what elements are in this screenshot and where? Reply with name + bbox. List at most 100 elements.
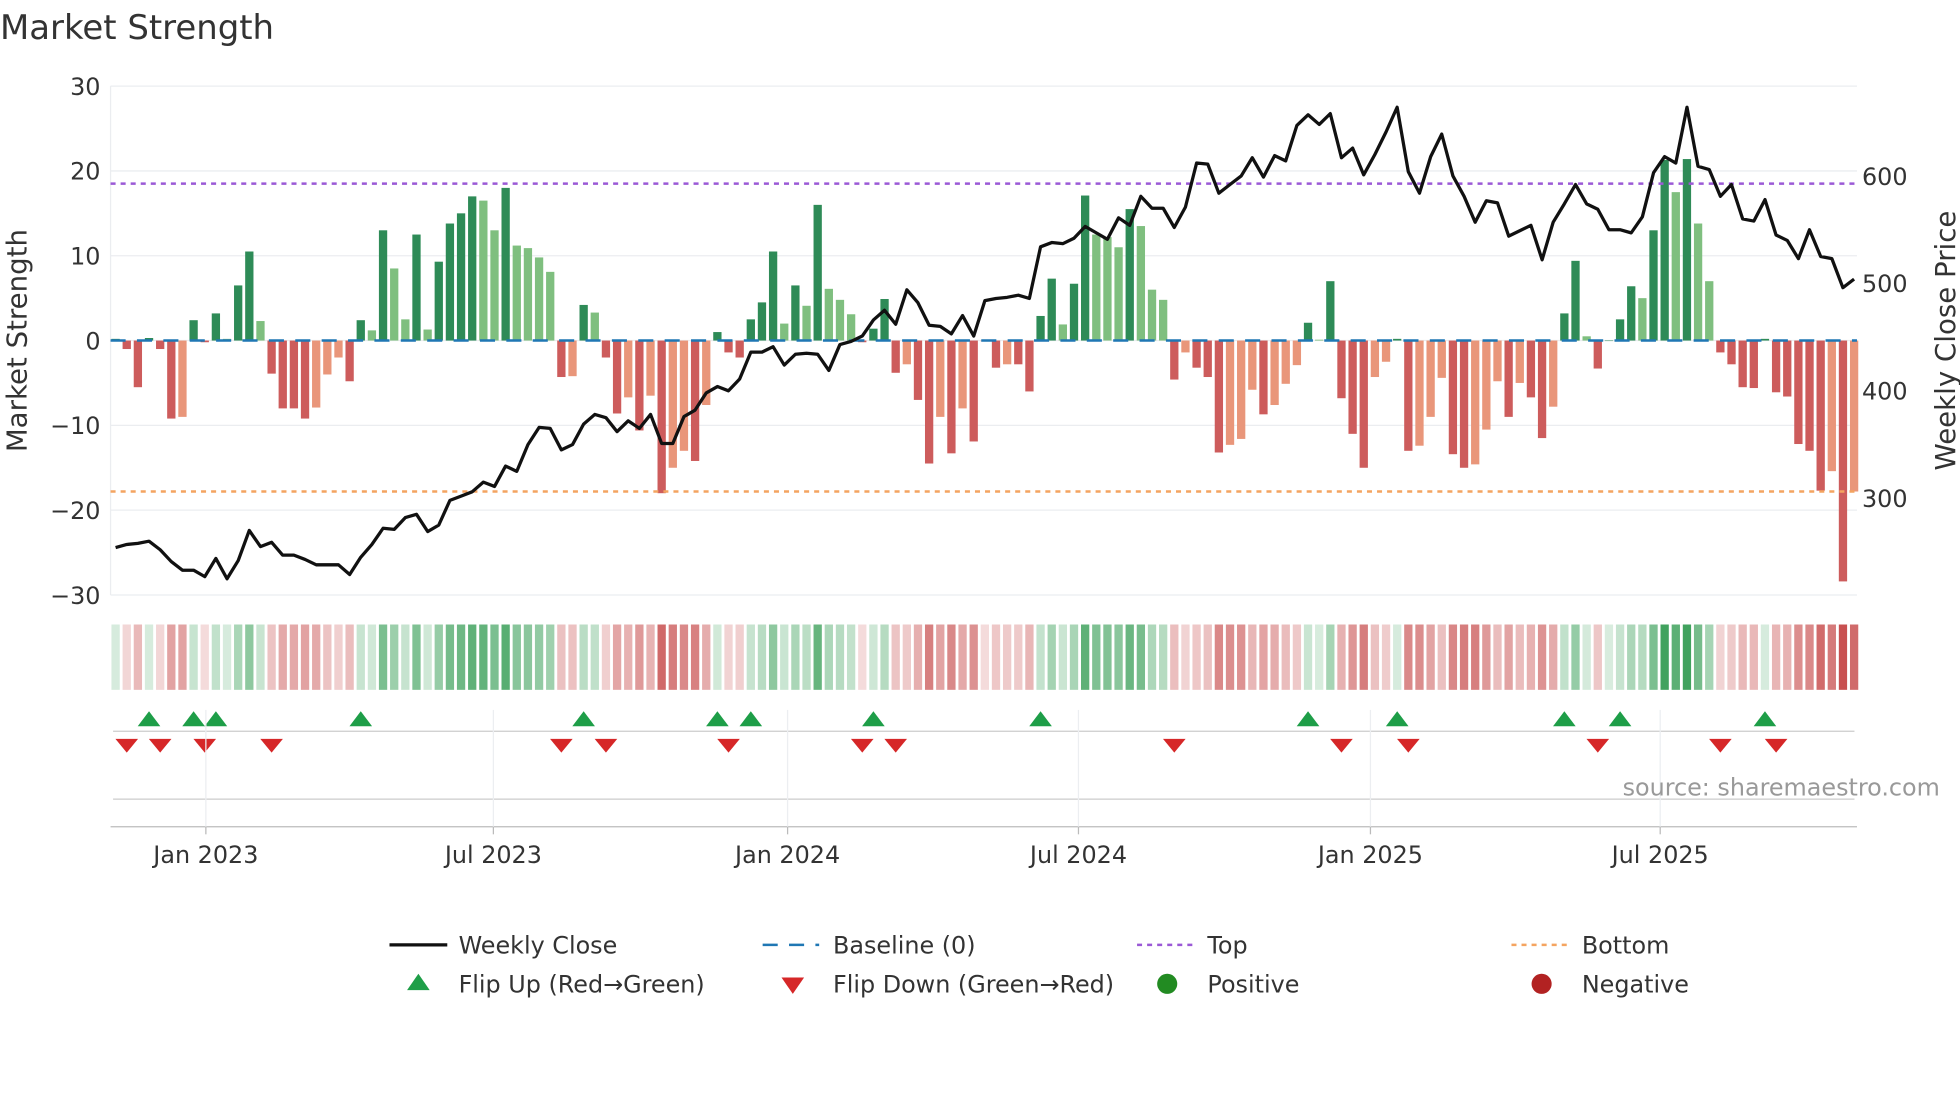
strength-bar [1303,322,1313,341]
strength-bar [479,200,488,341]
strength-bar [534,257,544,341]
heatmap-cell [757,624,767,690]
heatmap-cell [780,624,789,690]
heatmap-cell [980,624,989,690]
strength-bar [1504,340,1513,417]
strength-bar [1114,247,1123,341]
strength-bar [345,340,354,382]
heatmap-cell [479,624,488,690]
strength-bar [323,340,332,375]
heatmap-cell [523,624,533,690]
flip-down-marker [1397,738,1420,753]
legend-top: Top [1206,932,1247,960]
heatmap-cell [378,624,388,690]
legend-negative: Negative [1582,971,1689,999]
strength-bar [1660,159,1669,341]
legend-baseline: Baseline (0) [833,932,976,960]
legend-positive-icon [1157,973,1178,994]
strength-bar [1794,340,1803,445]
flip-up-marker [1608,711,1632,727]
heatmap-cell [1214,624,1224,690]
heatmap-cell [512,624,521,690]
heatmap-cell [1303,624,1313,690]
flip-up-marker [137,711,161,727]
heatmap-cell [1493,624,1502,690]
strength-bar [1560,313,1569,341]
strength-bar [401,319,410,341]
strength-bar [880,298,889,341]
strength-bar [1192,340,1201,368]
strength-bar [1738,340,1747,388]
heatmap-cell [1549,624,1558,690]
heatmap-cell [256,624,265,690]
strength-bar [1415,340,1424,446]
flip-down-marker [1709,738,1732,753]
heatmap-cell [1604,624,1614,690]
legend-negative-icon [1531,973,1552,994]
heatmap-cell [1582,624,1591,690]
flip-down-marker [1162,738,1186,753]
strength-heatmap [111,624,1859,690]
heatmap-cell [713,624,722,690]
y-tick-label: −10 [50,412,100,440]
strength-bar [1760,338,1770,341]
legend-flip-up-icon [407,973,430,991]
heatmap-cell [624,624,633,690]
flip-up-marker [572,711,595,727]
flip-down-marker [1586,738,1610,753]
heatmap-cell [690,624,700,690]
heatmap-cell [1415,624,1424,690]
heatmap-cell [1058,624,1068,690]
flip-up-marker [1296,711,1320,727]
heatmap-cell [1760,624,1770,690]
strength-bar [724,340,733,353]
heatmap-cell [601,624,611,690]
heatmap-cell [1337,624,1346,690]
heatmap-cell [702,624,711,690]
strength-bar [278,340,287,409]
heatmap-cell [1125,624,1134,690]
y-tick-label: −20 [50,497,100,525]
heatmap-cell [1047,624,1056,690]
heatmap-cell [300,624,310,690]
y-tick-label: 30 [70,73,100,101]
strength-bar [757,302,767,341]
flip-down-marker [115,738,139,753]
heatmap-cell [1248,624,1257,690]
heatmap-cell [1794,624,1803,690]
heatmap-cell [1315,624,1324,690]
strength-bar [624,340,633,398]
heatmap-cell [122,624,131,690]
heatmap-cell [1827,624,1836,690]
strength-bar [791,285,800,341]
flip-down-marker [850,738,874,753]
strength-bar [211,313,221,341]
heatmap-cell [1326,624,1335,690]
heatmap-cell [1459,624,1469,690]
heatmap-cell [1627,624,1636,690]
heatmap-cell [289,624,299,690]
strength-bar [412,234,421,341]
legend-flip-up: Flip Up (Red→Green) [459,971,705,999]
strength-bar [1181,340,1190,353]
y2-tick-label: 500 [1862,270,1908,298]
strength-bar [947,340,956,454]
strength-bar [1426,340,1435,417]
heatmap-cell [390,624,399,690]
strength-bar [1103,237,1112,341]
strength-bar [312,340,321,408]
y-tick-label: −30 [50,582,100,610]
strength-bar [1214,340,1224,453]
strength-bar [568,340,577,377]
strength-bar [1348,340,1357,434]
strength-bar [356,320,365,341]
flip-up-marker [1553,711,1576,727]
strength-bar [768,251,778,341]
heatmap-cell [434,624,443,690]
strength-bar [1771,340,1781,393]
heatmap-cell [1526,624,1536,690]
heatmap-cell [835,624,845,690]
strength-bar [635,340,644,431]
strength-bar [612,340,622,414]
heatmap-cell [1259,624,1268,690]
